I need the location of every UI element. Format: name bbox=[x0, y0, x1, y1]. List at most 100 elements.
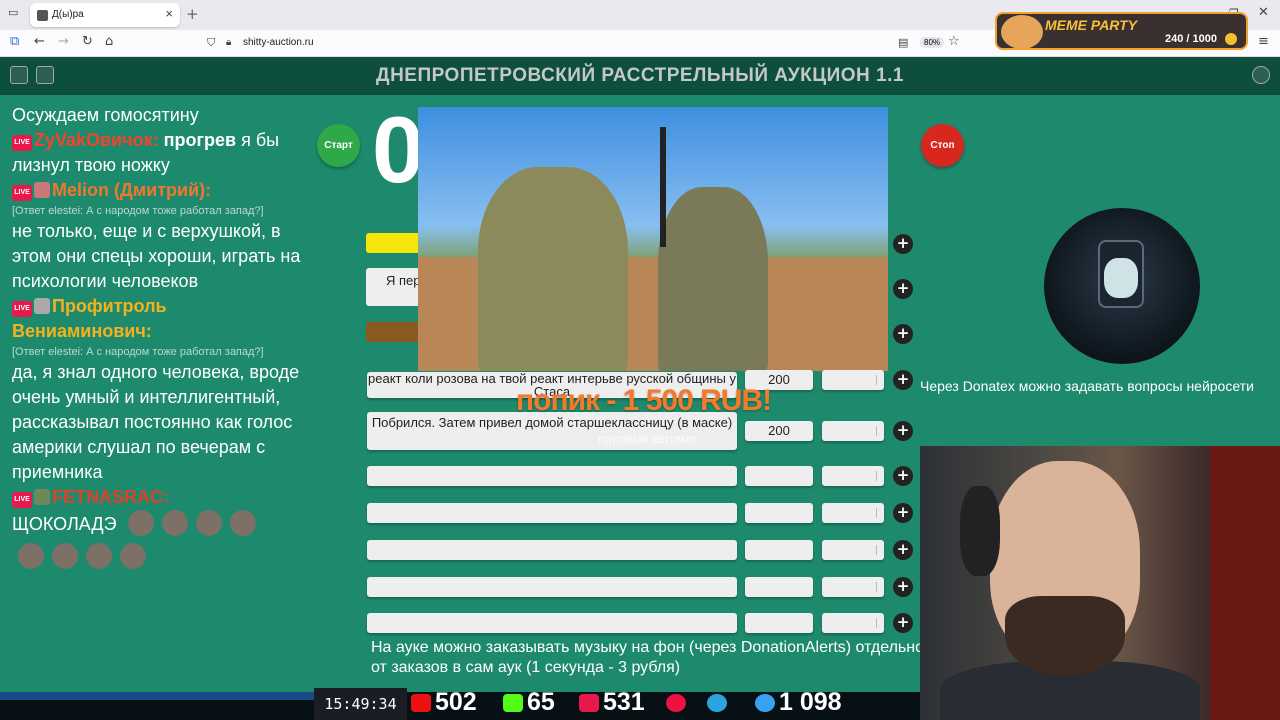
lot-value-field[interactable] bbox=[745, 577, 813, 597]
coin-icon bbox=[1225, 33, 1237, 45]
add-plus-icon[interactable]: + bbox=[893, 234, 913, 254]
lot-value-field[interactable] bbox=[745, 466, 813, 486]
emote-icon bbox=[86, 543, 112, 569]
lot-name-field[interactable] bbox=[367, 466, 737, 486]
webcam-feed bbox=[920, 446, 1280, 720]
lot-name-field[interactable] bbox=[367, 613, 737, 633]
browser-tab[interactable]: Д(ы)ра × bbox=[30, 3, 180, 27]
reader-icon[interactable]: ▤ bbox=[898, 36, 908, 49]
tab-overview-icon[interactable]: ▭ bbox=[8, 6, 18, 19]
chat-message: LIVE ZyVakOвичок: прогрев я бы лизнул тво… bbox=[12, 128, 307, 178]
lot-add-field[interactable] bbox=[822, 466, 884, 486]
shield-icon[interactable]: ⛉ bbox=[207, 36, 215, 50]
rutube-icon bbox=[666, 694, 686, 712]
timer-display: 0 bbox=[372, 97, 425, 202]
soldier-figure bbox=[658, 187, 768, 371]
vtuber-avatar bbox=[1044, 208, 1200, 364]
chat-text: да, я знал одного человека, вроде очень … bbox=[12, 362, 300, 482]
donation-alert: попик - 1 500 RUB! bbox=[516, 384, 772, 417]
stream-clock: 15:49:34 bbox=[314, 688, 407, 720]
favicon-icon bbox=[37, 10, 48, 21]
lot-color-bar bbox=[366, 322, 421, 342]
meme-party-widget: MEME PARTY 240 / 1000 bbox=[995, 12, 1248, 50]
forward-icon[interactable]: → bbox=[58, 34, 69, 49]
music-order-note: На ауке можно заказывать музыку на фон (… bbox=[371, 639, 924, 676]
emote-icon bbox=[127, 510, 154, 536]
chat-panel: Осуждаем гомосятину LIVE ZyVakOвичок: про… bbox=[12, 103, 307, 570]
close-tab-icon[interactable]: × bbox=[165, 6, 173, 21]
add-plus-icon[interactable]: + bbox=[893, 324, 913, 344]
vk-viewers: 531 bbox=[603, 688, 645, 716]
lot-value-field[interactable] bbox=[745, 540, 813, 560]
help-icon[interactable] bbox=[1252, 66, 1270, 84]
add-plus-icon[interactable]: + bbox=[893, 577, 913, 597]
kick-viewers: 65 bbox=[527, 688, 555, 716]
lot-add-field[interactable] bbox=[822, 540, 884, 560]
chat-username: ZyVakOвичок: bbox=[34, 130, 159, 150]
page-title: ДНЕПРОПЕТРОВСКИЙ РАССТРЕЛЬНЫЙ АУКЦИОН 1.… bbox=[376, 65, 904, 86]
youtube-icon bbox=[411, 694, 431, 712]
add-plus-icon[interactable]: + bbox=[893, 466, 913, 486]
lot-value-field[interactable]: 200 bbox=[745, 421, 813, 441]
lot-partial-name[interactable]: Я пер bbox=[366, 268, 421, 306]
lot-add-field[interactable] bbox=[822, 613, 884, 633]
start-button[interactable]: Старт bbox=[317, 124, 360, 167]
telegram-icon bbox=[707, 694, 727, 712]
reload-icon[interactable]: ↻ bbox=[82, 34, 93, 49]
lot-add-field[interactable] bbox=[822, 421, 884, 441]
chat-message: Осуждаем гомосятину bbox=[12, 103, 307, 128]
new-tab-icon[interactable]: + bbox=[186, 5, 199, 23]
home-icon[interactable]: ⌂ bbox=[105, 34, 113, 49]
anime-face bbox=[1104, 258, 1138, 298]
extensions-icon[interactable]: ⧉ bbox=[10, 34, 19, 49]
live-badge-icon: LIVE bbox=[12, 301, 32, 317]
stop-button[interactable]: Стоп bbox=[921, 124, 964, 167]
chat-message: LIVE Профитроль Вениаминович: [Ответ eles… bbox=[12, 294, 307, 485]
total-viewers: 1 098 bbox=[779, 688, 842, 716]
chat-text: ЩОКОЛАДЭ bbox=[12, 514, 117, 534]
emote-icon bbox=[229, 510, 256, 536]
close-window-icon[interactable]: ✕ bbox=[1258, 5, 1269, 20]
lot-add-field[interactable] bbox=[822, 503, 884, 523]
add-plus-icon[interactable]: + bbox=[893, 613, 913, 633]
lot-value-field[interactable] bbox=[745, 613, 813, 633]
back-icon[interactable]: ← bbox=[34, 34, 45, 49]
chat-username: Melion (Дмитрий): bbox=[52, 180, 212, 200]
flag-backdrop bbox=[1210, 446, 1280, 720]
meme-party-title: MEME PARTY bbox=[1045, 17, 1138, 33]
meme-party-score: 240 / 1000 bbox=[1165, 33, 1217, 45]
user-badge-icon bbox=[34, 182, 50, 198]
doge-logo-icon bbox=[1001, 15, 1043, 49]
lot-color-bar bbox=[366, 233, 421, 253]
viewers-user-icon bbox=[755, 694, 775, 712]
lot-value-field[interactable] bbox=[745, 503, 813, 523]
chat-message: LIVE Melion (Дмитрий): [Ответ elestei: А … bbox=[12, 178, 307, 294]
live-badge-icon: LIVE bbox=[12, 135, 32, 151]
soldier-figure bbox=[478, 167, 628, 371]
bookmark-star-icon[interactable]: ☆ bbox=[948, 34, 960, 49]
lot-add-field[interactable] bbox=[822, 577, 884, 597]
add-plus-icon[interactable]: + bbox=[893, 540, 913, 560]
chat-reply-quote: [Ответ elestei: А с народом тоже работал… bbox=[12, 205, 264, 217]
live-badge-icon: LIVE bbox=[12, 492, 32, 508]
lot-name-field[interactable] bbox=[367, 540, 737, 560]
chat-text: не только, еще и с верхушкой, в этом они… bbox=[12, 221, 301, 291]
lot-name-field[interactable] bbox=[367, 503, 737, 523]
lot-name-field[interactable] bbox=[367, 577, 737, 597]
add-plus-icon[interactable]: + bbox=[893, 279, 913, 299]
add-plus-icon[interactable]: + bbox=[893, 370, 913, 390]
address-bar[interactable]: shitty-auction.ru bbox=[243, 37, 314, 48]
chat-username: FETNASRAC: bbox=[52, 487, 169, 507]
lot-add-field[interactable] bbox=[822, 370, 884, 390]
zoom-level[interactable]: 80% bbox=[920, 37, 945, 48]
youtube-viewers: 502 bbox=[435, 688, 477, 716]
add-plus-icon[interactable]: + bbox=[893, 503, 913, 523]
menu-icon[interactable]: ≡ bbox=[1258, 34, 1269, 49]
add-plus-icon[interactable]: + bbox=[893, 421, 913, 441]
donatex-note: Через Donatex можно задавать вопросы ней… bbox=[920, 378, 1254, 394]
emote-icon bbox=[161, 510, 188, 536]
streamer-beard bbox=[1005, 596, 1125, 676]
donation-alert-sub: торговый автомат bbox=[597, 432, 697, 446]
vk-live-icon bbox=[579, 694, 599, 712]
video-overlay bbox=[418, 107, 888, 371]
